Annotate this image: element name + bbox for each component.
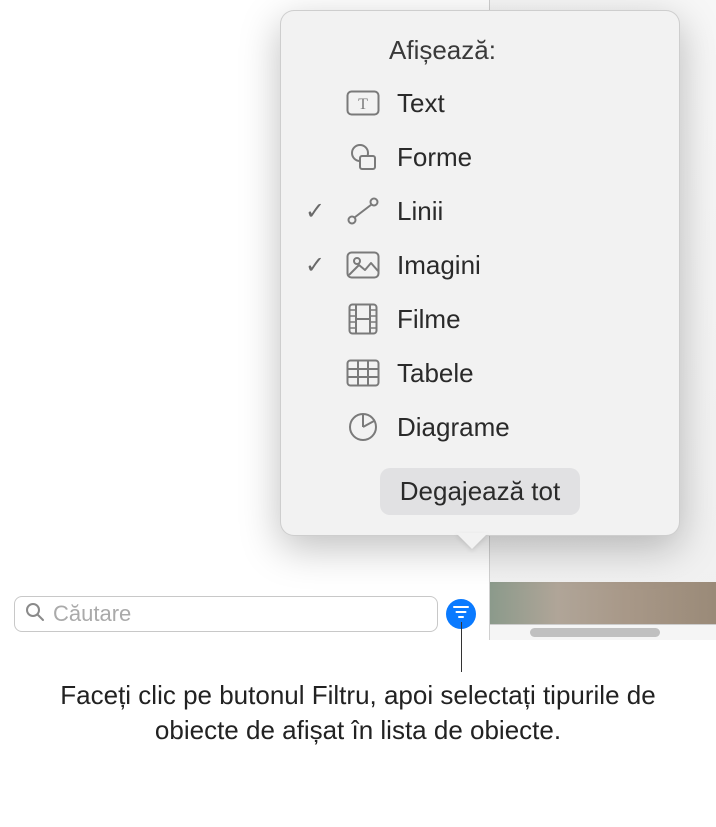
- filter-icon: [453, 605, 469, 624]
- table-icon: [343, 359, 383, 387]
- checkmark-icon: ✓: [305, 197, 325, 226]
- check-column: ✓: [301, 251, 329, 280]
- callout-leader-line: [461, 622, 462, 672]
- scrollbar-thumb[interactable]: [530, 628, 660, 637]
- filter-item-movies[interactable]: Filme: [281, 292, 679, 346]
- clear-all-row: Degajează tot: [281, 468, 679, 515]
- menu-item-label: Linii: [397, 196, 443, 227]
- filter-item-lines[interactable]: ✓ Linii: [281, 184, 679, 238]
- search-row: [14, 594, 476, 634]
- text-box-icon: T: [343, 90, 383, 116]
- search-icon: [25, 602, 45, 627]
- menu-item-label: Diagrame: [397, 412, 510, 443]
- menu-item-label: Filme: [397, 304, 461, 335]
- clear-all-button[interactable]: Degajează tot: [380, 468, 580, 515]
- filter-item-shapes[interactable]: Forme: [281, 130, 679, 184]
- filter-item-images[interactable]: ✓ Imagini: [281, 238, 679, 292]
- callout-text: Faceți clic pe butonul Filtru, apoi sele…: [20, 678, 696, 748]
- filter-item-text[interactable]: T Text: [281, 76, 679, 130]
- horizontal-scrollbar[interactable]: [490, 624, 716, 640]
- menu-item-label: Forme: [397, 142, 472, 173]
- chart-icon: [343, 412, 383, 442]
- shapes-icon: [343, 142, 383, 172]
- popover-caret: [456, 533, 488, 549]
- menu-item-label: Imagini: [397, 250, 481, 281]
- search-input[interactable]: [53, 601, 427, 627]
- filter-item-tables[interactable]: Tabele: [281, 346, 679, 400]
- filter-item-charts[interactable]: Diagrame: [281, 400, 679, 454]
- filter-popover: Afișează: T Text Forme ✓: [280, 10, 680, 536]
- checkmark-icon: ✓: [305, 251, 325, 280]
- svg-text:T: T: [358, 96, 368, 113]
- popover-header: Afișează:: [281, 29, 679, 76]
- film-icon: [343, 303, 383, 335]
- menu-item-label: Text: [397, 88, 445, 119]
- menu-item-label: Tabele: [397, 358, 474, 389]
- search-field-wrapper[interactable]: [14, 596, 438, 632]
- check-column: ✓: [301, 197, 329, 226]
- image-icon: [343, 251, 383, 279]
- lines-icon: [343, 197, 383, 225]
